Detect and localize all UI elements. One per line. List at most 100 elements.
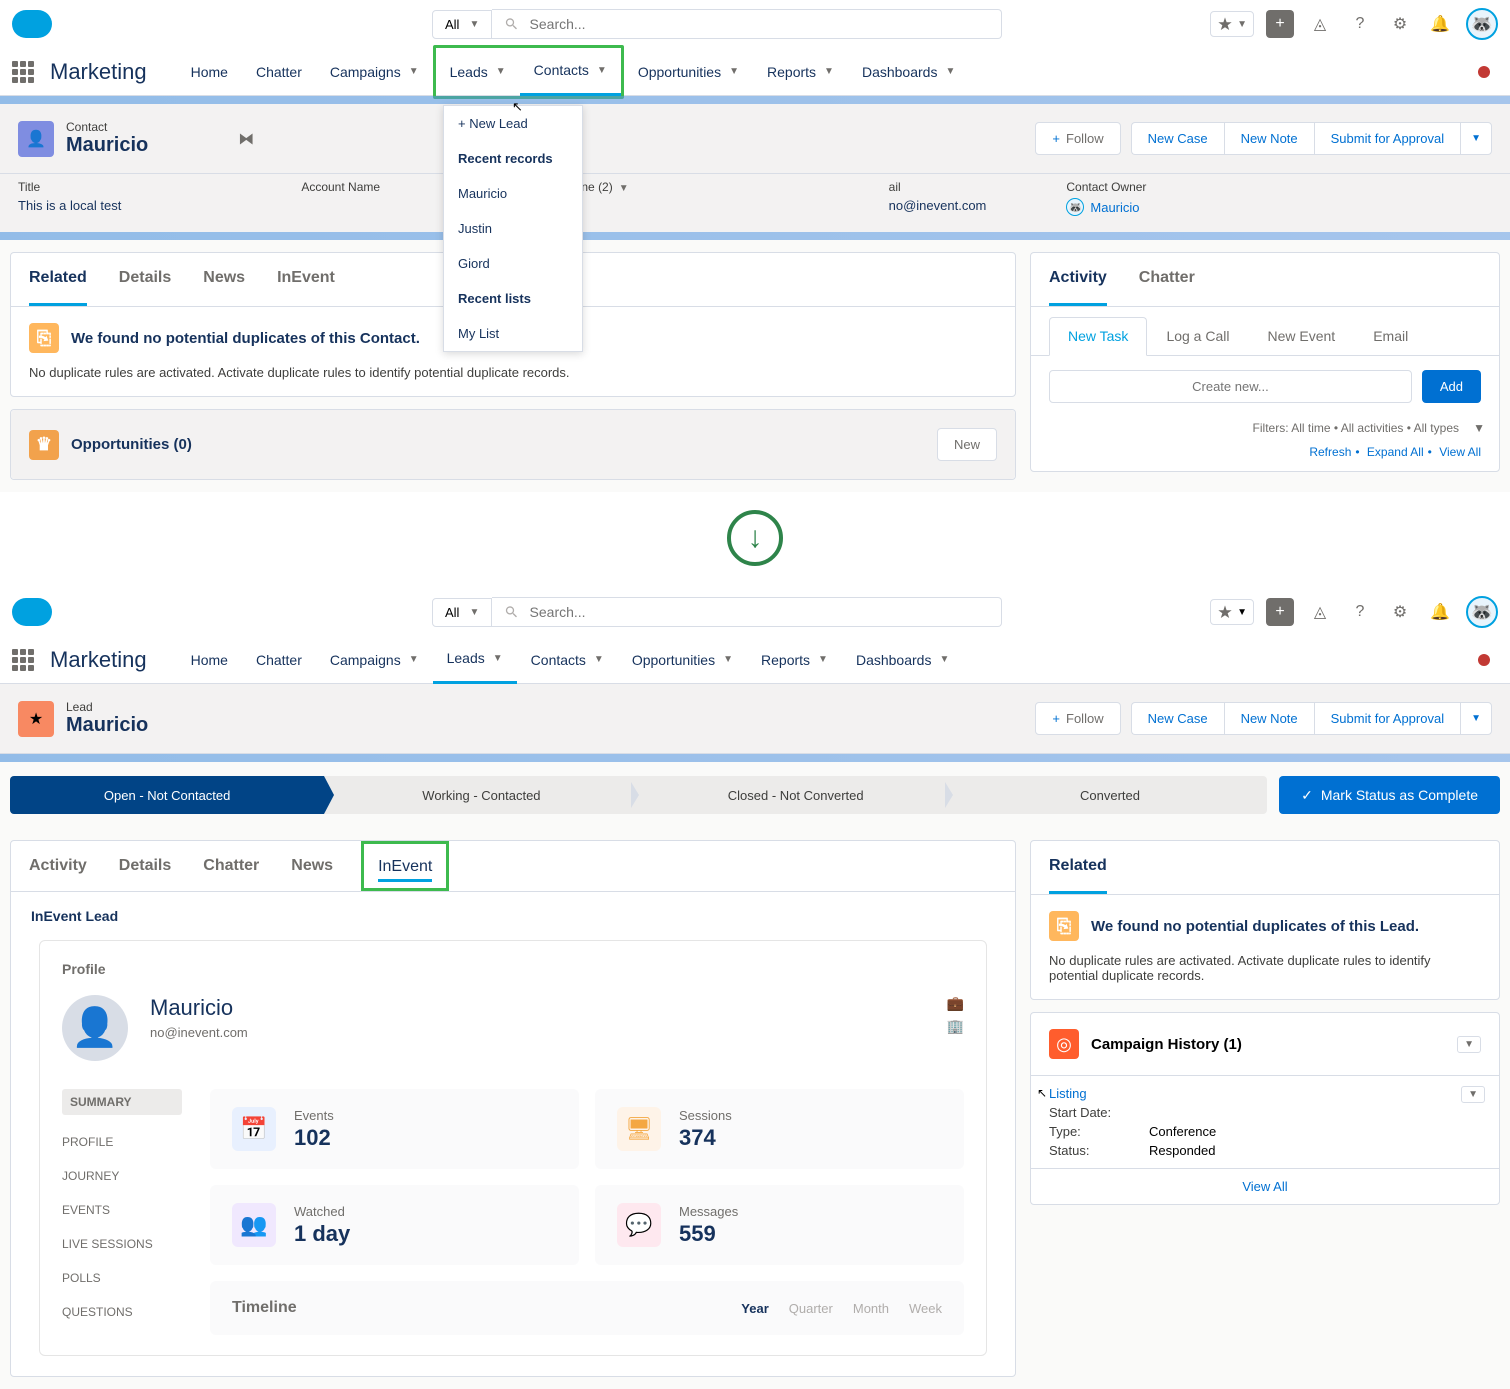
listing-link[interactable]: Listing [1049, 1086, 1481, 1101]
help-icon[interactable]: ? [1346, 598, 1374, 626]
notification-dot[interactable] [1478, 66, 1490, 78]
search-box[interactable] [492, 9, 1002, 39]
refresh-link[interactable]: Refresh [1309, 445, 1351, 459]
mark-complete-button[interactable]: ✓Mark Status as Complete [1279, 776, 1500, 814]
nav-leads[interactable]: Leads▼ [433, 636, 517, 684]
campaign-menu[interactable]: ▼ [1457, 1036, 1481, 1053]
favorites[interactable]: ▼ [1210, 599, 1254, 625]
app-launcher-icon[interactable] [12, 61, 34, 83]
new-opportunity-button[interactable]: New [937, 428, 997, 461]
side-nav-questions[interactable]: QUESTIONS [62, 1305, 182, 1319]
side-nav-events[interactable]: EVENTS [62, 1203, 182, 1217]
hierarchy-icon[interactable]: ⧓ [238, 129, 254, 149]
tab-inevent[interactable]: InEvent [277, 253, 335, 306]
tab-chatter[interactable]: Chatter [1139, 253, 1195, 306]
follow-button[interactable]: +Follow [1035, 122, 1120, 155]
tab-activity[interactable]: Activity [29, 841, 87, 891]
salesforce-logo[interactable] [12, 598, 52, 626]
nav-reports[interactable]: Reports▼ [753, 48, 848, 96]
setup-gear-icon[interactable]: ⚙ [1386, 598, 1414, 626]
tab-news[interactable]: News [203, 253, 245, 306]
path-step[interactable]: Converted [953, 776, 1267, 814]
listing-menu[interactable]: ▼ [1461, 1086, 1485, 1103]
submit-approval-button[interactable]: Submit for Approval [1314, 702, 1460, 735]
nav-leads[interactable]: Leads▼ [436, 48, 520, 96]
add-button[interactable]: Add [1422, 370, 1481, 403]
path-step[interactable]: Working - Contacted [324, 776, 638, 814]
nav-campaigns[interactable]: Campaigns▼ [316, 48, 433, 96]
recent-list[interactable]: My List [444, 316, 582, 351]
notifications-bell-icon[interactable]: 🔔 [1426, 598, 1454, 626]
side-nav-profile[interactable]: PROFILE [62, 1135, 182, 1149]
nav-opportunities[interactable]: Opportunities▼ [624, 48, 753, 96]
activity-filters[interactable]: Filters: All time • All activities • All… [1253, 421, 1459, 435]
favorites[interactable]: ▼ [1210, 11, 1254, 37]
setup-gear-icon[interactable]: ⚙ [1386, 10, 1414, 38]
notifications-bell-icon[interactable]: 🔔 [1426, 10, 1454, 38]
subtab-email[interactable]: Email [1354, 317, 1427, 355]
view-all-link[interactable]: View All [1439, 445, 1481, 459]
side-nav-polls[interactable]: POLLS [62, 1271, 182, 1285]
search-input[interactable] [530, 604, 990, 620]
recent-record[interactable]: Mauricio [444, 176, 582, 211]
user-avatar[interactable]: 🦝 [1466, 596, 1498, 628]
add-icon[interactable]: + [1266, 10, 1294, 38]
tab-details[interactable]: Details [119, 841, 171, 891]
side-nav-journey[interactable]: JOURNEY [62, 1169, 182, 1183]
submit-approval-button[interactable]: Submit for Approval [1314, 122, 1460, 155]
nav-home[interactable]: Home [177, 48, 242, 96]
help-icon[interactable]: ? [1346, 10, 1374, 38]
nav-home[interactable]: Home [177, 636, 242, 684]
path-step[interactable]: Closed - Not Converted [639, 776, 953, 814]
nav-chatter[interactable]: Chatter [242, 48, 316, 96]
nav-dashboards[interactable]: Dashboards▼ [848, 48, 969, 96]
new-case-button[interactable]: New Case [1131, 702, 1224, 735]
time-range-week[interactable]: Week [909, 1301, 942, 1316]
more-actions-button[interactable]: ▼ [1460, 702, 1492, 735]
create-new-input[interactable] [1049, 370, 1412, 403]
view-all-link[interactable]: View All [1031, 1168, 1499, 1204]
new-case-button[interactable]: New Case [1131, 122, 1224, 155]
trailhead-icon[interactable]: ◬ [1306, 10, 1334, 38]
path-step[interactable]: Open - Not Contacted [10, 776, 324, 814]
tab-activity[interactable]: Activity [1049, 253, 1107, 306]
trailhead-icon[interactable]: ◬ [1306, 598, 1334, 626]
add-icon[interactable]: + [1266, 598, 1294, 626]
recent-record[interactable]: Giord [444, 246, 582, 281]
app-launcher-icon[interactable] [12, 649, 34, 671]
search-input[interactable] [530, 16, 990, 32]
salesforce-logo[interactable] [12, 10, 52, 38]
new-note-button[interactable]: New Note [1224, 122, 1314, 155]
nav-campaigns[interactable]: Campaigns▼ [316, 636, 433, 684]
search-filter[interactable]: All▼ [432, 598, 492, 627]
notification-dot[interactable] [1478, 654, 1490, 666]
nav-opportunities[interactable]: Opportunities▼ [618, 636, 747, 684]
nav-contacts[interactable]: Contacts▼ [520, 48, 621, 96]
nav-reports[interactable]: Reports▼ [747, 636, 842, 684]
tab-chatter[interactable]: Chatter [203, 841, 259, 891]
filter-icon[interactable]: ▼ [1473, 421, 1485, 435]
recent-record[interactable]: Justin [444, 211, 582, 246]
time-range-quarter[interactable]: Quarter [789, 1301, 833, 1316]
email-value[interactable]: no@inevent.com [889, 198, 987, 213]
search-box[interactable] [492, 597, 1002, 627]
search-filter[interactable]: All▼ [432, 10, 492, 39]
expand-all-link[interactable]: Expand All [1367, 445, 1424, 459]
side-nav-summary[interactable]: SUMMARY [62, 1089, 182, 1115]
new-note-button[interactable]: New Note [1224, 702, 1314, 735]
nav-contacts[interactable]: Contacts▼ [517, 636, 618, 684]
tab-details[interactable]: Details [119, 253, 171, 306]
follow-button[interactable]: +Follow [1035, 702, 1120, 735]
side-nav-live-sessions[interactable]: LIVE SESSIONS [62, 1237, 182, 1251]
tab-news[interactable]: News [291, 841, 333, 891]
tab-inevent[interactable]: InEvent [378, 858, 432, 882]
nav-chatter[interactable]: Chatter [242, 636, 316, 684]
subtab-new-task[interactable]: New Task [1049, 317, 1147, 356]
tab-related[interactable]: Related [29, 253, 87, 306]
user-avatar[interactable]: 🦝 [1466, 8, 1498, 40]
nav-dashboards[interactable]: Dashboards▼ [842, 636, 963, 684]
subtab-new-event[interactable]: New Event [1248, 317, 1354, 355]
more-actions-button[interactable]: ▼ [1460, 122, 1492, 155]
tab-related[interactable]: Related [1049, 841, 1107, 894]
time-range-month[interactable]: Month [853, 1301, 889, 1316]
